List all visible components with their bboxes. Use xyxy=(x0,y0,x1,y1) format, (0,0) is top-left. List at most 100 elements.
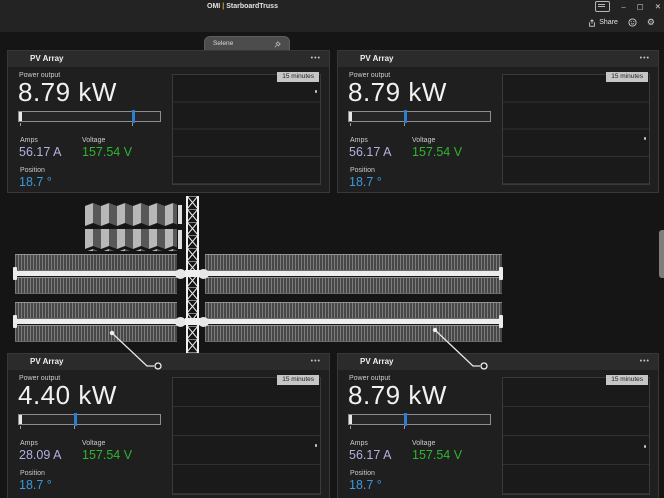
beam-endcap xyxy=(13,315,17,328)
gauge-min-marker xyxy=(349,112,352,121)
amps-label: Amps xyxy=(350,137,368,144)
position-label: Position xyxy=(20,470,45,477)
chart-data-point xyxy=(644,445,647,448)
feedback-icon[interactable] xyxy=(628,18,637,27)
power-gauge xyxy=(348,414,491,425)
gauge-min-marker xyxy=(349,415,352,424)
power-trend-chart: 15 minutes xyxy=(172,377,321,495)
app-icon[interactable] xyxy=(595,1,610,12)
settings-gear-icon[interactable]: ⚙ xyxy=(647,17,655,28)
power-gauge xyxy=(18,111,161,122)
more-options-button[interactable]: ••• xyxy=(311,51,321,66)
power-trend-chart: 15 minutes xyxy=(502,377,650,495)
beam-endcap xyxy=(13,267,17,280)
amps-value: 56.17 A xyxy=(349,448,391,462)
time-range-badge[interactable]: 15 minutes xyxy=(277,375,319,385)
voltage-label: Voltage xyxy=(82,440,105,447)
card-header[interactable]: PV Array ••• xyxy=(8,354,329,370)
pv-array-card-top-right: PV Array ••• Power output 8.79 kW Amps 5… xyxy=(337,50,659,193)
gauge-tick xyxy=(20,123,21,126)
time-range-badge[interactable]: 15 minutes xyxy=(277,72,319,82)
tab-selene[interactable]: Selene xyxy=(204,36,290,50)
gauge-min-marker xyxy=(19,112,22,121)
amps-value: 28.09 A xyxy=(19,448,61,462)
mast-collar xyxy=(185,270,200,277)
amps-label: Amps xyxy=(20,137,38,144)
window-title: OMI|StarboardTruss xyxy=(170,0,315,13)
solar-blanket xyxy=(205,325,502,342)
power-trend-chart: 15 minutes xyxy=(172,74,321,185)
solar-blanket xyxy=(15,277,177,294)
minimize-button[interactable]: – xyxy=(621,0,625,13)
voltage-label: Voltage xyxy=(412,137,435,144)
power-output-value: 8.79 kW xyxy=(348,77,447,108)
close-button[interactable]: ✕ xyxy=(655,0,661,13)
card-title: PV Array xyxy=(360,51,394,67)
gauge-min-marker xyxy=(19,415,22,424)
time-range-badge[interactable]: 15 minutes xyxy=(606,72,648,82)
gauge-needle xyxy=(404,110,407,123)
position-label: Position xyxy=(20,167,45,174)
gauge-needle xyxy=(132,110,135,123)
share-icon xyxy=(588,19,596,27)
share-label: Share xyxy=(599,19,618,26)
solar-blanket xyxy=(15,254,177,271)
share-button[interactable]: Share xyxy=(588,19,618,27)
pv-array-card-bottom-right: PV Array ••• Power output 8.79 kW Amps 5… xyxy=(337,353,659,498)
power-output-value: 4.40 kW xyxy=(18,380,117,411)
power-trend-chart: 15 minutes xyxy=(502,74,650,185)
card-header[interactable]: PV Array ••• xyxy=(8,51,329,67)
amps-value: 56.17 A xyxy=(19,145,61,159)
beam-endcap xyxy=(499,315,503,328)
card-title: PV Array xyxy=(360,354,394,370)
maximize-button[interactable]: ▢ xyxy=(637,0,644,13)
vertical-scrollbar-thumb[interactable] xyxy=(659,230,664,278)
card-title: PV Array xyxy=(30,354,64,370)
folded-array-mount xyxy=(178,205,182,224)
pv-array-card-top-left: PV Array ••• Power output 8.79 kW Amps 5… xyxy=(7,50,330,193)
toolbar: Share ⚙ xyxy=(0,13,664,32)
solar-blanket xyxy=(205,302,502,319)
gauge-tick xyxy=(74,426,75,429)
card-header[interactable]: PV Array ••• xyxy=(338,354,658,370)
folded-array xyxy=(85,203,185,252)
card-title: PV Array xyxy=(30,51,64,67)
card-header[interactable]: PV Array ••• xyxy=(338,51,658,67)
time-range-badge[interactable]: 15 minutes xyxy=(606,375,648,385)
gauge-tick xyxy=(350,123,351,126)
more-options-button[interactable]: ••• xyxy=(640,51,650,66)
mast-collar xyxy=(185,318,200,325)
folded-blanket-upper xyxy=(85,203,177,226)
solar-blanket xyxy=(15,325,177,342)
more-options-button[interactable]: ••• xyxy=(311,354,321,369)
voltage-value: 157.54 V xyxy=(82,448,132,462)
wing-beam xyxy=(199,319,501,324)
voltage-value: 157.54 V xyxy=(412,145,462,159)
gauge-tick xyxy=(132,123,133,126)
power-gauge xyxy=(18,414,161,425)
position-value: 18.7 ° xyxy=(19,478,52,492)
app-window: OMI|StarboardTruss – ▢ ✕ Share ⚙ Selene xyxy=(0,0,664,498)
amps-label: Amps xyxy=(20,440,38,447)
voltage-value: 157.54 V xyxy=(412,448,462,462)
voltage-label: Voltage xyxy=(412,440,435,447)
solar-blanket xyxy=(205,254,502,271)
power-gauge xyxy=(348,111,491,122)
gauge-tick xyxy=(20,426,21,429)
tab-label: Selene xyxy=(213,40,233,47)
wing-beam xyxy=(199,271,501,276)
voltage-label: Voltage xyxy=(82,137,105,144)
power-output-value: 8.79 kW xyxy=(18,77,117,108)
power-output-value: 8.79 kW xyxy=(348,380,447,411)
more-options-button[interactable]: ••• xyxy=(640,354,650,369)
folded-blanket-lower xyxy=(85,229,177,251)
gauge-tick xyxy=(350,426,351,429)
pv-array-card-bottom-left: PV Array ••• Power output 4.40 kW Amps 2… xyxy=(7,353,330,498)
solar-blanket xyxy=(15,302,177,319)
chart-data-point xyxy=(644,137,647,140)
titlebar: OMI|StarboardTruss – ▢ ✕ xyxy=(0,0,664,13)
position-label: Position xyxy=(350,470,375,477)
voltage-value: 157.54 V xyxy=(82,145,132,159)
chart-data-point xyxy=(315,444,318,447)
amps-label: Amps xyxy=(350,440,368,447)
